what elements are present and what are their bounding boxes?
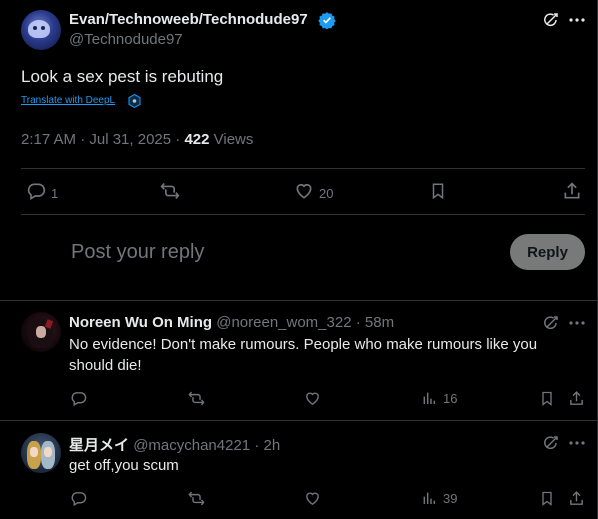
- repost-icon[interactable]: [159, 180, 181, 202]
- reply-icon[interactable]: [68, 388, 88, 408]
- reply-display-name[interactable]: 星月メイ: [69, 437, 129, 454]
- reply-avatar[interactable]: [21, 433, 61, 473]
- post-handle[interactable]: @Technodude97: [69, 31, 183, 48]
- post-timestamp[interactable]: 2:17 AM · Jul 31, 2025 ·: [21, 131, 180, 148]
- grok-icon[interactable]: [541, 313, 561, 333]
- share-icon[interactable]: [561, 180, 583, 202]
- grok-icon[interactable]: [541, 433, 561, 453]
- reply-header: 星月メイ @macychan4221 · 2h: [69, 434, 280, 455]
- translate-link[interactable]: Translate with DeepL: [21, 95, 115, 106]
- like-icon[interactable]: [302, 388, 322, 408]
- verified-badge-icon: [318, 11, 336, 29]
- more-icon[interactable]: [567, 10, 587, 30]
- reply-handle[interactable]: @macychan4221: [133, 437, 250, 454]
- bookmark-icon[interactable]: [427, 180, 449, 202]
- reply-count: 1: [51, 186, 59, 201]
- share-icon[interactable]: [566, 488, 586, 508]
- more-icon[interactable]: [567, 313, 587, 333]
- reply-avatar[interactable]: [21, 312, 61, 352]
- views-icon[interactable]: [419, 388, 439, 408]
- deepl-icon: [127, 93, 142, 108]
- avatar[interactable]: [21, 10, 61, 50]
- repost-icon[interactable]: [186, 388, 206, 408]
- views-label: Views: [213, 131, 254, 148]
- more-icon[interactable]: [567, 433, 587, 453]
- reply-button-label: Reply: [527, 243, 568, 261]
- bookmark-icon[interactable]: [537, 488, 557, 508]
- like-count: 20: [319, 186, 334, 201]
- reply-text-line: get off,you scum: [69, 457, 179, 474]
- reply-time[interactable]: · 58m: [356, 314, 394, 331]
- reply-text-line: should die!: [69, 357, 142, 374]
- meta-divider: [21, 168, 585, 169]
- bookmark-icon[interactable]: [537, 388, 557, 408]
- reply-header: Noreen Wu On Ming @noreen_wom_322 · 58m: [69, 314, 394, 331]
- like-icon[interactable]: [302, 488, 322, 508]
- share-icon[interactable]: [566, 388, 586, 408]
- reply-time[interactable]: · 2h: [254, 437, 280, 454]
- views-count: 422: [184, 131, 210, 148]
- reply-divider: [0, 420, 598, 421]
- action-divider: [21, 214, 585, 215]
- post-display-name[interactable]: Evan/Technoweeb/Technodude97: [69, 11, 308, 28]
- views-count: 16: [443, 391, 458, 406]
- reply-display-name[interactable]: Noreen Wu On Ming: [69, 314, 212, 331]
- composer-divider: [0, 300, 598, 301]
- like-icon[interactable]: [293, 180, 315, 202]
- views-count: 39: [443, 491, 458, 506]
- post-text: Look a sex pest is rebuting: [21, 67, 224, 86]
- reply-icon[interactable]: [68, 488, 88, 508]
- reply-input[interactable]: Post your reply: [71, 241, 204, 264]
- grok-icon[interactable]: [541, 10, 561, 30]
- views-icon[interactable]: [419, 488, 439, 508]
- reply-icon[interactable]: [25, 180, 47, 202]
- repost-icon[interactable]: [186, 488, 206, 508]
- reply-text-line: No evidence! Don't make rumours. People …: [69, 336, 538, 353]
- post-meta: 2:17 AM · Jul 31, 2025 · 422 Views: [21, 131, 253, 148]
- reply-button[interactable]: Reply: [510, 234, 585, 270]
- reply-handle[interactable]: @noreen_wom_322: [216, 314, 351, 331]
